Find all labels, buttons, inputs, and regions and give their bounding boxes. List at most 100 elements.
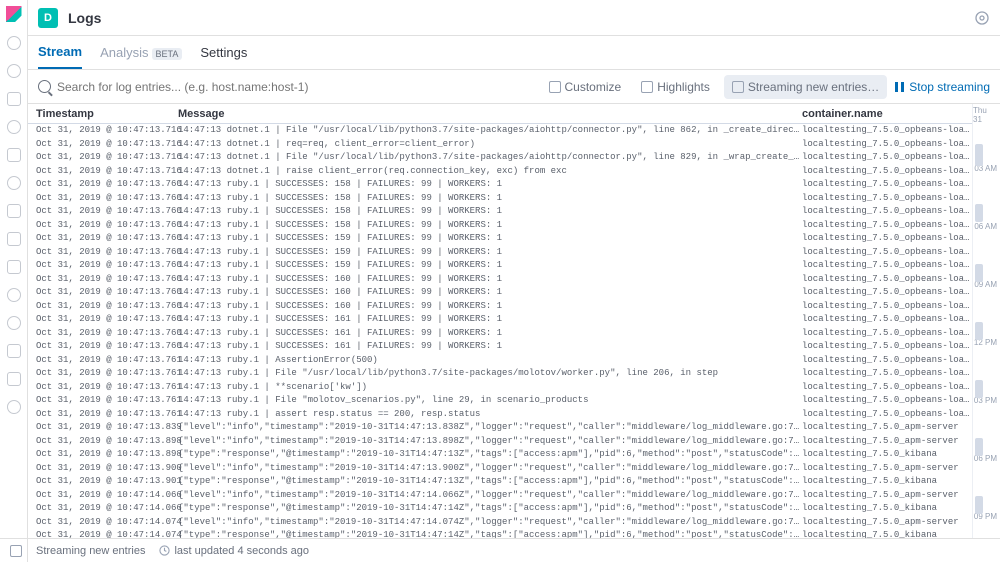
log-row[interactable]: Oct 31, 2019 @ 10:47:13.76014:47:13 ruby…	[28, 178, 972, 192]
log-row[interactable]: Oct 31, 2019 @ 10:47:13.76014:47:13 ruby…	[28, 246, 972, 260]
log-timestamp: Oct 31, 2019 @ 10:47:13.761	[28, 381, 178, 395]
log-timestamp: Oct 31, 2019 @ 10:47:13.760	[28, 286, 178, 300]
log-row[interactable]: Oct 31, 2019 @ 10:47:14.074{"type":"resp…	[28, 529, 972, 538]
minimap[interactable]: Thu 3103 AM06 AM09 AM12 PM03 PM06 PM09 P…	[972, 104, 1000, 538]
devtools-icon[interactable]	[7, 372, 21, 386]
log-container: localtesting_7.5.0_opbeans-load-gene…	[802, 124, 972, 138]
log-row[interactable]: Oct 31, 2019 @ 10:47:13.76114:47:13 ruby…	[28, 367, 972, 381]
log-row[interactable]: Oct 31, 2019 @ 10:47:13.900{"level":"inf…	[28, 462, 972, 476]
tab-analysis[interactable]: Analysis BETA	[100, 37, 182, 68]
logs-icon[interactable]	[7, 260, 21, 274]
log-message: 14:47:13 ruby.1 | **scenario['kw'])	[178, 381, 802, 395]
log-row[interactable]: Oct 31, 2019 @ 10:47:13.898{"type":"resp…	[28, 448, 972, 462]
log-timestamp: Oct 31, 2019 @ 10:47:13.760	[28, 246, 178, 260]
infra-icon[interactable]	[7, 232, 21, 246]
log-row[interactable]: Oct 31, 2019 @ 10:47:13.76014:47:13 ruby…	[28, 259, 972, 273]
kibana-logo-icon[interactable]	[6, 6, 22, 22]
log-row[interactable]: Oct 31, 2019 @ 10:47:13.76014:47:13 ruby…	[28, 219, 972, 233]
col-container[interactable]: container.name	[802, 108, 972, 120]
log-container: localtesting_7.5.0_apm-server	[802, 435, 972, 449]
minimap-density	[975, 496, 983, 514]
log-row[interactable]: Oct 31, 2019 @ 10:47:13.76014:47:13 ruby…	[28, 205, 972, 219]
minimap-density	[975, 380, 983, 398]
stop-streaming-button[interactable]: Stop streaming	[895, 80, 990, 94]
log-message: {"level":"info","timestamp":"2019-10-31T…	[178, 489, 802, 503]
log-message: {"type":"response","@timestamp":"2019-10…	[178, 448, 802, 462]
log-timestamp: Oct 31, 2019 @ 10:47:14.066	[28, 502, 178, 516]
log-message: 14:47:13 dotnet.1 | File "/usr/local/lib…	[178, 124, 802, 138]
log-row[interactable]: Oct 31, 2019 @ 10:47:13.71614:47:13 dotn…	[28, 124, 972, 138]
header: D Logs	[28, 0, 1000, 36]
log-message: 14:47:13 dotnet.1 | raise client_error(r…	[178, 165, 802, 179]
tab-analysis-label: Analysis	[100, 45, 148, 60]
log-row[interactable]: Oct 31, 2019 @ 10:47:13.76014:47:13 ruby…	[28, 192, 972, 206]
dashboard-icon[interactable]	[7, 120, 21, 134]
log-timestamp: Oct 31, 2019 @ 10:47:13.716	[28, 151, 178, 165]
log-row[interactable]: Oct 31, 2019 @ 10:47:13.71614:47:13 dotn…	[28, 138, 972, 152]
beta-badge: BETA	[152, 48, 183, 60]
log-row[interactable]: Oct 31, 2019 @ 10:47:13.839{"level":"inf…	[28, 421, 972, 435]
log-row[interactable]: Oct 31, 2019 @ 10:47:13.71614:47:13 dotn…	[28, 151, 972, 165]
log-row[interactable]: Oct 31, 2019 @ 10:47:13.76114:47:13 ruby…	[28, 381, 972, 395]
apm-icon[interactable]	[7, 288, 21, 302]
log-row[interactable]: Oct 31, 2019 @ 10:47:13.76114:47:13 ruby…	[28, 354, 972, 368]
log-timestamp: Oct 31, 2019 @ 10:47:13.760	[28, 232, 178, 246]
log-row[interactable]: Oct 31, 2019 @ 10:47:13.71614:47:13 dotn…	[28, 165, 972, 179]
log-message: 14:47:13 ruby.1 | assert resp.status == …	[178, 408, 802, 422]
log-message: 14:47:13 ruby.1 | SUCCESSES: 159 | FAILU…	[178, 246, 802, 260]
pause-icon	[895, 82, 904, 92]
eye-icon	[549, 81, 561, 93]
tab-stream[interactable]: Stream	[38, 36, 82, 69]
search-input[interactable]	[57, 80, 535, 94]
log-row[interactable]: Oct 31, 2019 @ 10:47:13.898{"level":"inf…	[28, 435, 972, 449]
log-row[interactable]: Oct 31, 2019 @ 10:47:13.76014:47:13 ruby…	[28, 232, 972, 246]
highlights-button[interactable]: Highlights	[635, 76, 716, 98]
column-headers: Timestamp Message container.name	[28, 104, 972, 124]
log-message: 14:47:13 ruby.1 | SUCCESSES: 160 | FAILU…	[178, 300, 802, 314]
maps-icon[interactable]	[7, 176, 21, 190]
log-row[interactable]: Oct 31, 2019 @ 10:47:13.76014:47:13 ruby…	[28, 313, 972, 327]
visualize-icon[interactable]	[7, 92, 21, 106]
canvas-icon[interactable]	[7, 148, 21, 162]
log-row[interactable]: Oct 31, 2019 @ 10:47:13.76014:47:13 ruby…	[28, 327, 972, 341]
recent-icon[interactable]	[7, 36, 21, 50]
log-container: localtesting_7.5.0_opbeans-load-gene…	[802, 138, 972, 152]
log-message: {"type":"response","@timestamp":"2019-10…	[178, 475, 802, 489]
log-row[interactable]: Oct 31, 2019 @ 10:47:14.066{"level":"inf…	[28, 489, 972, 503]
log-timestamp: Oct 31, 2019 @ 10:47:13.761	[28, 367, 178, 381]
gear-icon[interactable]	[974, 10, 990, 26]
minimap-density	[975, 322, 983, 340]
log-row[interactable]: Oct 31, 2019 @ 10:47:13.76114:47:13 ruby…	[28, 408, 972, 422]
footer-streaming: Streaming new entries	[36, 545, 145, 557]
log-timestamp: Oct 31, 2019 @ 10:47:13.760	[28, 259, 178, 273]
log-row[interactable]: Oct 31, 2019 @ 10:47:13.901{"type":"resp…	[28, 475, 972, 489]
log-message: 14:47:13 ruby.1 | SUCCESSES: 158 | FAILU…	[178, 192, 802, 206]
uptime-icon[interactable]	[7, 316, 21, 330]
log-message: {"type":"response","@timestamp":"2019-10…	[178, 529, 802, 538]
log-row[interactable]: Oct 31, 2019 @ 10:47:13.76114:47:13 ruby…	[28, 394, 972, 408]
management-icon[interactable]	[7, 400, 21, 414]
log-row[interactable]: Oct 31, 2019 @ 10:47:13.76014:47:13 ruby…	[28, 286, 972, 300]
log-timestamp: Oct 31, 2019 @ 10:47:13.760	[28, 192, 178, 206]
expand-icon[interactable]	[10, 545, 22, 557]
search-icon	[38, 80, 51, 93]
ml-icon[interactable]	[7, 204, 21, 218]
customize-button[interactable]: Customize	[543, 76, 628, 98]
log-message: {"type":"response","@timestamp":"2019-10…	[178, 502, 802, 516]
log-row[interactable]: Oct 31, 2019 @ 10:47:13.76014:47:13 ruby…	[28, 273, 972, 287]
log-row[interactable]: Oct 31, 2019 @ 10:47:14.066{"type":"resp…	[28, 502, 972, 516]
log-row[interactable]: Oct 31, 2019 @ 10:47:13.76014:47:13 ruby…	[28, 340, 972, 354]
log-container: localtesting_7.5.0_opbeans-load-gene…	[802, 192, 972, 206]
discover-icon[interactable]	[7, 64, 21, 78]
log-container: localtesting_7.5.0_opbeans-load-gene…	[802, 354, 972, 368]
log-list[interactable]: Oct 31, 2019 @ 10:47:13.71614:47:13 dotn…	[28, 124, 972, 538]
col-message[interactable]: Message	[178, 108, 802, 120]
streaming-badge[interactable]: Streaming new entries…	[724, 75, 887, 99]
tab-settings[interactable]: Settings	[200, 37, 247, 68]
siem-icon[interactable]	[7, 344, 21, 358]
minimap-density	[975, 264, 983, 282]
log-row[interactable]: Oct 31, 2019 @ 10:47:14.074{"level":"inf…	[28, 516, 972, 530]
log-row[interactable]: Oct 31, 2019 @ 10:47:13.76014:47:13 ruby…	[28, 300, 972, 314]
log-container: localtesting_7.5.0_opbeans-load-gene…	[802, 313, 972, 327]
col-timestamp[interactable]: Timestamp	[28, 108, 178, 120]
